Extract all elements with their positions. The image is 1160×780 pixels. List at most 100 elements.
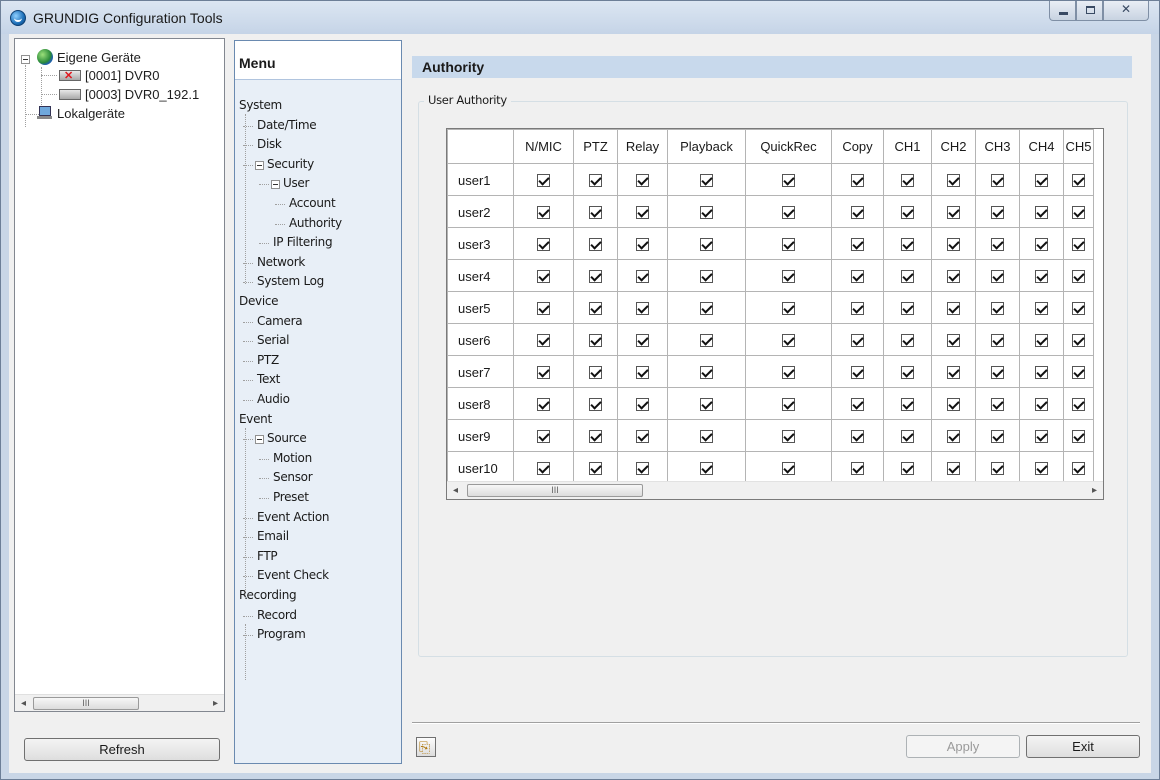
permission-checkbox[interactable] — [700, 334, 713, 348]
menu-item-network[interactable]: Network — [257, 254, 305, 272]
permission-checkbox[interactable] — [991, 462, 1004, 476]
permission-checkbox[interactable] — [1035, 430, 1048, 444]
menu-item-user[interactable]: User — [283, 175, 309, 193]
permission-checkbox[interactable] — [947, 398, 960, 412]
menu-item-recording[interactable]: Recording — [239, 587, 297, 605]
permission-checkbox[interactable] — [851, 334, 864, 348]
permission-checkbox[interactable] — [636, 238, 649, 252]
menu-collapse-toggle[interactable] — [255, 435, 264, 445]
permission-checkbox[interactable] — [636, 302, 649, 316]
maximize-button[interactable] — [1076, 1, 1103, 21]
permission-checkbox[interactable] — [589, 430, 602, 444]
menu-item-ftp[interactable]: FTP — [257, 548, 278, 566]
menu-item-sensor[interactable]: Sensor — [273, 469, 313, 487]
permission-checkbox[interactable] — [589, 398, 602, 412]
permission-checkbox[interactable] — [901, 398, 914, 412]
permission-checkbox[interactable] — [700, 366, 713, 380]
permission-checkbox[interactable] — [1072, 430, 1085, 444]
permission-checkbox[interactable] — [636, 366, 649, 380]
permission-checkbox[interactable] — [1035, 334, 1048, 348]
permission-checkbox[interactable] — [1035, 174, 1048, 188]
menu-item-disk[interactable]: Disk — [257, 136, 282, 154]
menu-item-authority[interactable]: Authority — [289, 215, 342, 233]
permission-checkbox[interactable] — [537, 334, 550, 348]
tree-collapse-toggle[interactable] — [21, 55, 30, 64]
permission-checkbox[interactable] — [1072, 270, 1085, 284]
permission-checkbox[interactable] — [991, 174, 1004, 188]
permission-checkbox[interactable] — [1072, 238, 1085, 252]
menu-collapse-toggle[interactable] — [255, 160, 264, 170]
permission-checkbox[interactable] — [700, 462, 713, 476]
apply-button[interactable]: Apply — [906, 735, 1020, 758]
permission-checkbox[interactable] — [901, 206, 914, 220]
permission-checkbox[interactable] — [537, 174, 550, 188]
permission-checkbox[interactable] — [947, 174, 960, 188]
permission-checkbox[interactable] — [700, 206, 713, 220]
menu-item-system-log[interactable]: System Log — [257, 273, 324, 291]
tree-item-device[interactable]: [0001] DVR0 — [59, 67, 159, 85]
scroll-left-icon[interactable]: ◂ — [15, 695, 32, 712]
refresh-button[interactable]: Refresh — [24, 738, 220, 761]
menu-item-audio[interactable]: Audio — [257, 391, 290, 409]
column-header[interactable]: Relay — [617, 129, 668, 164]
menu-item-email[interactable]: Email — [257, 528, 289, 546]
permission-checkbox[interactable] — [947, 302, 960, 316]
permission-checkbox[interactable] — [1035, 366, 1048, 380]
permission-checkbox[interactable] — [947, 270, 960, 284]
permission-checkbox[interactable] — [537, 238, 550, 252]
permission-checkbox[interactable] — [1035, 302, 1048, 316]
permission-checkbox[interactable] — [1072, 334, 1085, 348]
permission-checkbox[interactable] — [537, 398, 550, 412]
column-header[interactable]: N/MIC — [513, 129, 574, 164]
tree-item-root[interactable]: Eigene Geräte — [37, 49, 141, 67]
permission-checkbox[interactable] — [589, 270, 602, 284]
permission-checkbox[interactable] — [636, 398, 649, 412]
permission-checkbox[interactable] — [537, 462, 550, 476]
scroll-right-icon[interactable]: ▸ — [207, 695, 224, 712]
permission-checkbox[interactable] — [991, 366, 1004, 380]
permission-checkbox[interactable] — [851, 302, 864, 316]
permission-checkbox[interactable] — [851, 398, 864, 412]
menu-item-date-time[interactable]: Date/Time — [257, 117, 317, 135]
menu-item-event[interactable]: Event — [239, 411, 272, 429]
column-header[interactable]: Playback — [667, 129, 746, 164]
menu-item-serial[interactable]: Serial — [257, 332, 289, 350]
grid-horizontal-scrollbar[interactable]: ◂ III ▸ — [447, 481, 1103, 499]
menu-item-camera[interactable]: Camera — [257, 313, 303, 331]
permission-checkbox[interactable] — [991, 398, 1004, 412]
permission-checkbox[interactable] — [537, 302, 550, 316]
permission-checkbox[interactable] — [851, 206, 864, 220]
permission-checkbox[interactable] — [947, 206, 960, 220]
permission-checkbox[interactable] — [636, 430, 649, 444]
permission-checkbox[interactable] — [537, 430, 550, 444]
menu-item-event-check[interactable]: Event Check — [257, 567, 329, 585]
permission-checkbox[interactable] — [1035, 206, 1048, 220]
permission-checkbox[interactable] — [901, 430, 914, 444]
permission-checkbox[interactable] — [636, 462, 649, 476]
permission-checkbox[interactable] — [782, 366, 795, 380]
column-header[interactable]: PTZ — [573, 129, 618, 164]
permission-checkbox[interactable] — [700, 302, 713, 316]
authority-grid[interactable]: N/MIC PTZ Relay Playback QuickRec Copy CH1 CH2 C… — [446, 128, 1104, 500]
permission-checkbox[interactable] — [991, 270, 1004, 284]
permission-checkbox[interactable] — [636, 334, 649, 348]
permission-checkbox[interactable] — [700, 174, 713, 188]
menu-item-program[interactable]: Program — [257, 626, 306, 644]
permission-checkbox[interactable] — [782, 302, 795, 316]
column-header[interactable]: CH1 — [883, 129, 932, 164]
permission-checkbox[interactable] — [782, 334, 795, 348]
export-button[interactable]: ⎘ — [416, 737, 436, 757]
permission-checkbox[interactable] — [589, 206, 602, 220]
menu-item-motion[interactable]: Motion — [273, 450, 312, 468]
permission-checkbox[interactable] — [1072, 206, 1085, 220]
permission-checkbox[interactable] — [537, 206, 550, 220]
menu-item-source[interactable]: Source — [267, 430, 307, 448]
permission-checkbox[interactable] — [947, 430, 960, 444]
menu-item-preset[interactable]: Preset — [273, 489, 309, 507]
permission-checkbox[interactable] — [1072, 366, 1085, 380]
scroll-left-icon[interactable]: ◂ — [447, 482, 464, 499]
permission-checkbox[interactable] — [589, 366, 602, 380]
permission-checkbox[interactable] — [1072, 302, 1085, 316]
scroll-thumb[interactable]: III — [467, 484, 643, 497]
permission-checkbox[interactable] — [782, 462, 795, 476]
